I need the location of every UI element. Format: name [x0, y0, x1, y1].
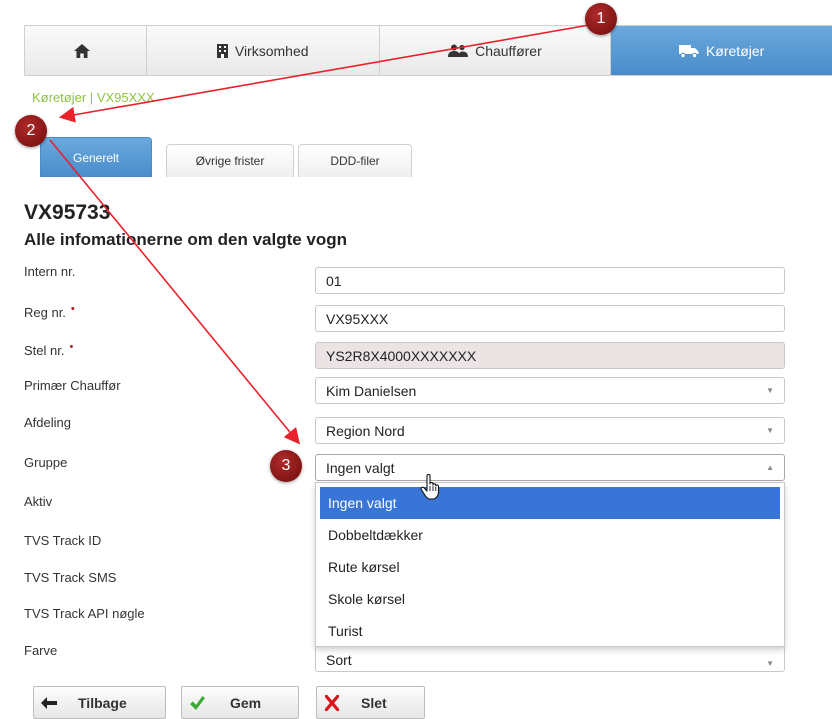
caret-down-icon: ▼: [766, 659, 774, 668]
farve-label: Farve: [24, 643, 58, 658]
save-button[interactable]: Gem: [181, 686, 299, 719]
delete-button-label: Slet: [361, 694, 387, 711]
gruppe-value: Ingen valgt: [326, 459, 395, 476]
required-marker: •: [70, 303, 75, 315]
tab-oevrige-frister[interactable]: Øvrige frister: [166, 144, 294, 177]
tab-generelt[interactable]: Generelt: [40, 137, 152, 177]
reg-nr-input[interactable]: VX95XXX: [315, 305, 785, 332]
caret-down-icon: ▼: [766, 426, 774, 435]
primaer-chauffoer-label: Primær Chauffør: [24, 378, 121, 393]
checkmark-icon: [182, 695, 212, 711]
top-navigation: Virksomhed Chauffører Køretøjer: [24, 25, 832, 76]
delete-x-icon: [317, 694, 347, 711]
gruppe-select[interactable]: Ingen valgt ▲: [315, 454, 785, 481]
tvs-track-id-label: TVS Track ID: [24, 533, 102, 548]
gruppe-label: Gruppe: [24, 455, 68, 470]
dropdown-option[interactable]: Ingen valgt: [320, 487, 780, 519]
annotation-arrow: [49, 139, 301, 445]
page-title: VX95733: [24, 201, 111, 224]
nav-koeretoejer-label: Køretøjer: [705, 42, 765, 59]
nav-virksomhed-label: Virksomhed: [234, 42, 309, 59]
breadcrumb-separator: |: [89, 90, 94, 105]
farve-select[interactable]: Sort ▼: [315, 646, 785, 672]
arrow-left-icon: [34, 696, 64, 709]
tvs-track-api-label: TVS Track API nøgle: [24, 606, 145, 621]
dropdown-option[interactable]: Dobbeltdækker: [320, 519, 780, 551]
annotation-marker-3: 3: [270, 450, 302, 482]
nav-koeretoejer[interactable]: Køretøjer: [611, 26, 832, 75]
dropdown-option[interactable]: Turist: [320, 615, 780, 647]
annotation-marker-1: 1: [585, 3, 617, 35]
farve-value: Sort: [326, 652, 352, 668]
tab-ddd-filer[interactable]: DDD-filer: [298, 144, 412, 177]
building-icon: [216, 43, 228, 58]
intern-nr-input[interactable]: 01: [315, 267, 785, 294]
back-button[interactable]: Tilbage: [33, 686, 166, 719]
annotation-marker-2: 2: [15, 115, 47, 147]
afdeling-value: Region Nord: [326, 422, 405, 439]
breadcrumb-section[interactable]: Køretøjer: [32, 90, 86, 105]
caret-up-icon: ▲: [766, 463, 774, 472]
dropdown-option[interactable]: Rute kørsel: [320, 551, 780, 583]
intern-nr-label: Intern nr.: [24, 264, 76, 279]
truck-icon: [678, 44, 699, 58]
page-subtitle: Alle infomationerne om den valgte vogn: [24, 230, 348, 249]
hand-cursor-icon: [420, 473, 442, 505]
reg-nr-label: Reg nr. •: [24, 303, 75, 320]
primaer-chauffoer-value: Kim Danielsen: [326, 382, 417, 399]
breadcrumb-current: VX95XXX: [96, 90, 155, 105]
nav-home[interactable]: [25, 26, 147, 75]
home-icon: [73, 43, 90, 58]
stel-nr-label: Stel nr. •: [24, 341, 74, 358]
aktiv-label: Aktiv: [24, 494, 53, 509]
primaer-chauffoer-select[interactable]: Kim Danielsen ▼: [315, 377, 785, 404]
breadcrumb: Køretøjer | VX95XXX: [32, 90, 155, 105]
nav-chauffoerer-label: Chauffører: [475, 42, 542, 59]
afdeling-label: Afdeling: [24, 415, 71, 430]
nav-chauffoerer[interactable]: Chauffører: [380, 26, 612, 75]
tvs-track-sms-label: TVS Track SMS: [24, 570, 117, 585]
nav-virksomhed[interactable]: Virksomhed: [147, 26, 380, 75]
users-icon: [448, 44, 469, 57]
required-marker: •: [69, 341, 74, 353]
gruppe-dropdown-list: Ingen valgt Dobbeltdækker Rute kørsel Sk…: [315, 482, 785, 647]
stel-nr-input[interactable]: YS2R8X4000XXXXXXX: [315, 342, 785, 369]
save-button-label: Gem: [230, 694, 262, 711]
delete-button[interactable]: Slet: [316, 686, 425, 719]
afdeling-select[interactable]: Region Nord ▼: [315, 417, 785, 444]
back-button-label: Tilbage: [78, 694, 127, 711]
dropdown-option[interactable]: Skole kørsel: [320, 583, 780, 615]
caret-down-icon: ▼: [766, 386, 774, 395]
